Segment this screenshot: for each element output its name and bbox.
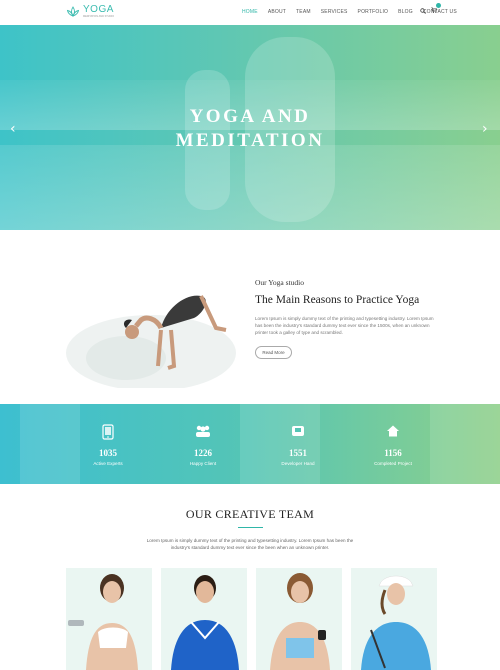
nav-item-about[interactable]: ABOUT	[268, 9, 286, 15]
stat-label: Completed Project	[374, 461, 412, 466]
stat-happy-client: 1226 Happy Client	[163, 424, 243, 466]
read-more-button[interactable]: Read More	[255, 346, 292, 359]
site-logo[interactable]: YOGA MEDITATION AND STUDIO	[66, 5, 114, 19]
lotus-icon	[66, 6, 80, 17]
brand-tagline: MEDITATION AND STUDIO	[83, 15, 115, 19]
about-text: Lorem Ipsum is simply dummy text of the …	[255, 316, 434, 335]
stat-value: 1035	[99, 448, 117, 458]
about-title: The Main Reasons to Practice Yoga	[255, 294, 420, 306]
stat-label: Active Experts	[93, 461, 123, 466]
brand-name: YOGA	[83, 4, 114, 16]
team-member-card[interactable]	[351, 568, 437, 670]
team-member-card[interactable]	[161, 568, 247, 670]
stat-value: 1551	[289, 448, 307, 458]
stat-developer-hand: 1551 Developer Hand	[258, 424, 338, 466]
chevron-left-icon[interactable]: ‹	[10, 121, 16, 137]
nav-item-home[interactable]: HOME	[242, 9, 258, 15]
cart-badge	[436, 3, 441, 8]
stats-section: 1035 Active Experts 1226 Happy Client 15…	[0, 404, 500, 484]
group-icon	[196, 425, 210, 437]
site-header: YOGA MEDITATION AND STUDIO HOME ABOUT TE…	[0, 0, 500, 25]
nav-item-services[interactable]: SERVICES	[321, 9, 348, 15]
team-member-card[interactable]	[256, 568, 342, 670]
home-icon	[387, 425, 399, 437]
nav-item-team[interactable]: TEAM	[296, 9, 311, 15]
chevron-right-icon[interactable]: ›	[482, 121, 488, 137]
nav-item-blog[interactable]: BLOG	[398, 9, 413, 15]
support-icon	[292, 426, 304, 436]
team-text: Lorem Ipsum is simply dummy text of the …	[146, 538, 354, 550]
stat-label: Happy Client	[189, 461, 217, 466]
nav-item-portfolio[interactable]: PORTFOLIO	[358, 9, 389, 15]
team-member-card[interactable]	[66, 568, 152, 670]
about-subtitle: Our Yoga studio	[255, 278, 304, 287]
team-title: OUR CREATIVE TEAM	[185, 507, 315, 521]
yoga-pose-image	[66, 295, 236, 388]
cart-icon[interactable]	[431, 3, 441, 15]
stat-value: 1226	[194, 448, 212, 458]
search-icon[interactable]	[420, 8, 426, 14]
stat-value: 1156	[384, 448, 402, 458]
tablet-icon	[102, 424, 114, 440]
hero-title-line1: YOGA AND	[189, 106, 311, 127]
stat-active-experts: 1035 Active Experts	[68, 424, 148, 466]
hero-title: YOGA AND MEDITATION	[0, 105, 500, 153]
stat-completed-project: 1156 Completed Project	[353, 424, 433, 466]
hero-title-line2: MEDITATION	[175, 130, 325, 151]
team-divider	[238, 527, 263, 528]
about-section: Our Yoga studio The Main Reasons to Prac…	[0, 230, 500, 404]
stat-label: Developer Hand	[281, 461, 315, 466]
hero-slider: YOGA AND MEDITATION ‹ ›	[0, 25, 500, 230]
